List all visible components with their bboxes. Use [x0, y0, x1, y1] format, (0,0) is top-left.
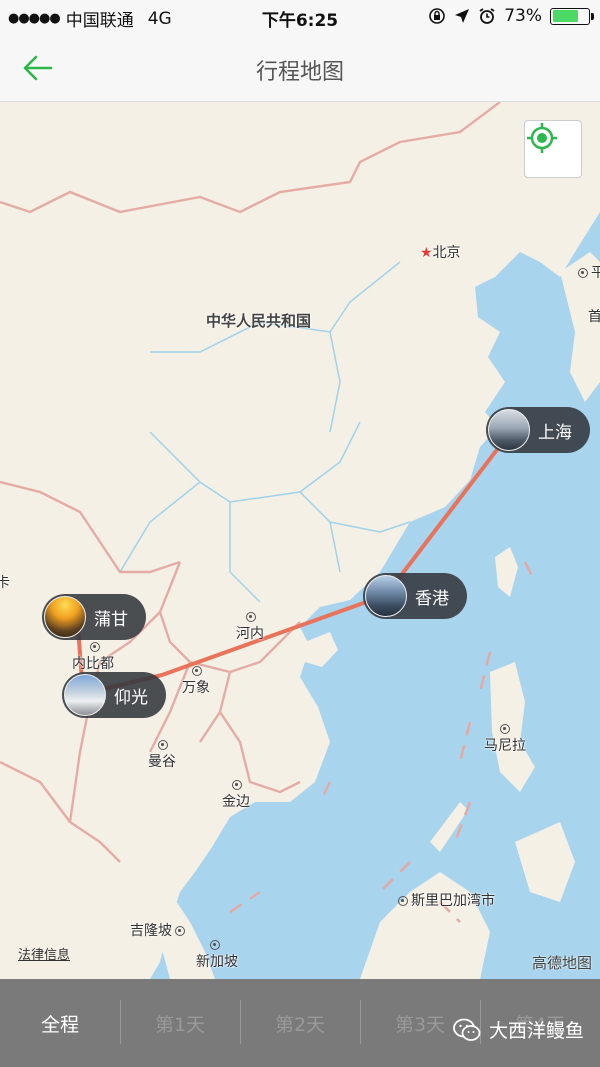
- city-label-naypyidaw: 内比都: [72, 642, 114, 673]
- country-label-china: 中华人民共和国: [206, 312, 312, 330]
- route-marker-hongkong[interactable]: 香港: [363, 573, 467, 619]
- hainan-island: [305, 632, 338, 667]
- orientation-lock-icon: [429, 8, 446, 24]
- tab-day-1[interactable]: 第1天: [120, 999, 240, 1044]
- mindanao-island: [515, 822, 575, 902]
- tab-day-2[interactable]: 第2天: [240, 999, 360, 1044]
- edge-label-left: 卡: [0, 575, 10, 591]
- battery-percent: 73%: [504, 6, 542, 26]
- taiwan-island: [495, 547, 518, 597]
- city-label-bandar-seri-begawan: 斯里巴加湾市: [398, 890, 495, 910]
- navigation-bar: 行程地图: [0, 34, 600, 102]
- map-provider-logo: 高德地图: [531, 954, 592, 972]
- mainland-land: [0, 102, 600, 979]
- status-bar: ●●●●● 中国联通 4G 下午6:25 73%: [0, 0, 600, 34]
- page-title: 行程地图: [255, 60, 344, 85]
- city-label-manila: 马尼拉: [484, 724, 526, 755]
- route-marker-yangon[interactable]: 仰光: [62, 672, 166, 718]
- edge-label-right-top: 平: [578, 262, 600, 282]
- battery-level: [552, 10, 579, 22]
- city-label-bangkok: 曼谷: [148, 740, 176, 771]
- city-label-singapore: 新加坡: [196, 940, 238, 971]
- capital-label-beijing: ★北京: [420, 245, 461, 261]
- palawan-island: [430, 802, 468, 852]
- legal-info-link[interactable]: 法律信息: [18, 944, 70, 963]
- bagan-photo-thumbnail: [44, 596, 86, 638]
- marker-label: 香港: [415, 588, 449, 609]
- location-arrow-icon: [455, 9, 470, 23]
- hongkong-photo-thumbnail: [365, 575, 407, 617]
- trip-map[interactable]: ★北京 中华人民共和国 河内 内比都 万象 曼谷 金边 马尼拉 斯里巴加湾市 吉…: [0, 102, 600, 979]
- map-canvas: [0, 102, 600, 979]
- watermark-text: 大西洋鳗鱼: [488, 1020, 584, 1042]
- city-label-hanoi: 河内: [236, 612, 264, 643]
- shanghai-photo-thumbnail: [488, 409, 530, 451]
- city-label-vientiane: 万象: [182, 666, 210, 697]
- marker-label: 蒲甘: [94, 609, 128, 630]
- tab-full-trip[interactable]: 全程: [0, 1010, 120, 1037]
- borneo-island: [360, 872, 490, 979]
- city-label-kuala-lumpur: 吉隆坡: [130, 920, 188, 940]
- yangon-photo-thumbnail: [64, 674, 106, 716]
- locate-me-button[interactable]: [524, 120, 582, 178]
- edge-label-right-bottom: 首: [588, 309, 600, 325]
- battery-icon: [550, 7, 594, 25]
- watermark: 大西洋鳗鱼: [453, 1016, 584, 1043]
- locate-target-icon: [527, 123, 557, 153]
- marker-label: 仰光: [114, 687, 148, 708]
- route-marker-bagan[interactable]: 蒲甘: [42, 594, 146, 640]
- route-marker-shanghai[interactable]: 上海: [486, 407, 590, 453]
- wechat-icon: [453, 1018, 481, 1041]
- city-label-phnom-penh: 金边: [222, 780, 250, 811]
- marker-label: 上海: [538, 422, 572, 443]
- alarm-clock-icon: [479, 8, 495, 24]
